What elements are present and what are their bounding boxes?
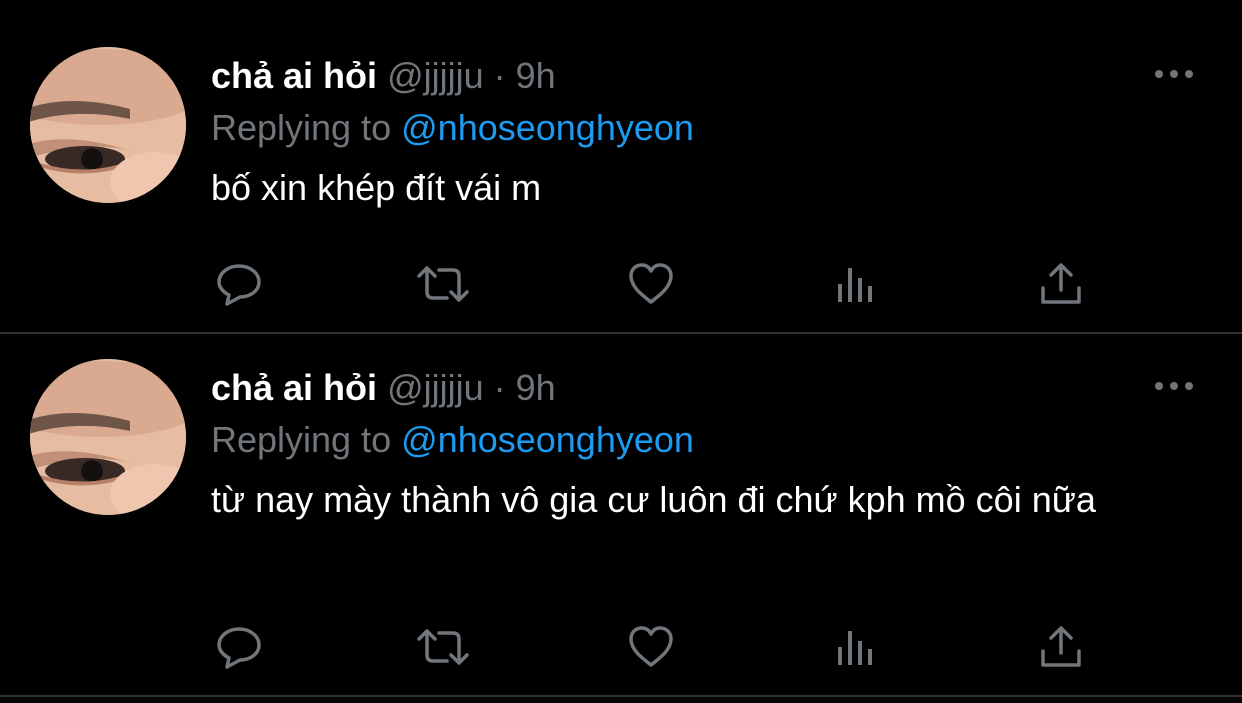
separator-dot: · [493, 55, 506, 96]
reply-button[interactable] [211, 256, 267, 312]
retweet-button[interactable] [415, 619, 471, 675]
user-handle[interactable]: @jjjjju [387, 367, 484, 408]
avatar-image [30, 359, 186, 515]
more-button[interactable] [1144, 54, 1204, 94]
more-icon [1155, 382, 1193, 390]
divider [0, 695, 1242, 697]
avatar[interactable] [30, 47, 186, 203]
share-button[interactable] [1033, 619, 1089, 675]
views-button[interactable] [828, 256, 884, 312]
timestamp[interactable]: 9h [516, 55, 556, 96]
retweet-icon [417, 266, 469, 302]
user-handle[interactable]: @jjjjju [387, 55, 484, 96]
replying-to: Replying to @nhoseonghyeon [211, 104, 1182, 152]
tweet-content: chả ai hỏi @jjjjju · 9h Replying to @nho… [211, 52, 1182, 212]
timeline: chả ai hỏi @jjjjju · 9h Replying to @nho… [0, 0, 1242, 703]
tweet-actions [211, 256, 1111, 316]
display-name[interactable]: chả ai hỏi [211, 55, 377, 96]
more-button[interactable] [1144, 366, 1204, 406]
replying-to: Replying to @nhoseonghyeon [211, 416, 1182, 464]
reply-icon [217, 627, 261, 669]
avatar-image [30, 47, 186, 203]
views-icon [838, 268, 872, 302]
replying-prefix: Replying to [211, 419, 392, 460]
mention-link[interactable]: @nhoseonghyeon [401, 419, 694, 460]
share-button[interactable] [1033, 256, 1089, 312]
reply-icon [217, 264, 261, 306]
like-icon [629, 263, 673, 304]
share-icon [1041, 626, 1081, 667]
tweet[interactable]: chả ai hỏi @jjjjju · 9h Replying to @nho… [0, 334, 1242, 695]
tweet-header: chả ai hỏi @jjjjju · 9h [211, 364, 1182, 412]
more-icon [1155, 70, 1193, 78]
tweet-text: bố xin khép đít vái m [211, 167, 542, 208]
like-button[interactable] [623, 256, 679, 312]
tweet-header: chả ai hỏi @jjjjju · 9h [211, 52, 1182, 100]
tweet[interactable]: chả ai hỏi @jjjjju · 9h Replying to @nho… [0, 0, 1242, 332]
separator-dot: · [493, 367, 506, 408]
tweet-content: chả ai hỏi @jjjjju · 9h Replying to @nho… [211, 364, 1182, 524]
reply-button[interactable] [211, 619, 267, 675]
mention-link[interactable]: @nhoseonghyeon [401, 107, 694, 148]
views-button[interactable] [828, 619, 884, 675]
share-icon [1041, 263, 1081, 304]
retweet-button[interactable] [415, 256, 471, 312]
avatar[interactable] [30, 359, 186, 515]
views-icon [838, 631, 872, 665]
display-name[interactable]: chả ai hỏi [211, 367, 377, 408]
tweet-text: từ nay mày thành vô gia cư luôn đi chứ k… [211, 479, 1096, 520]
replying-prefix: Replying to [211, 107, 392, 148]
like-button[interactable] [623, 619, 679, 675]
retweet-icon [417, 629, 469, 665]
timestamp[interactable]: 9h [516, 367, 556, 408]
tweet-actions [211, 619, 1111, 679]
like-icon [629, 626, 673, 667]
